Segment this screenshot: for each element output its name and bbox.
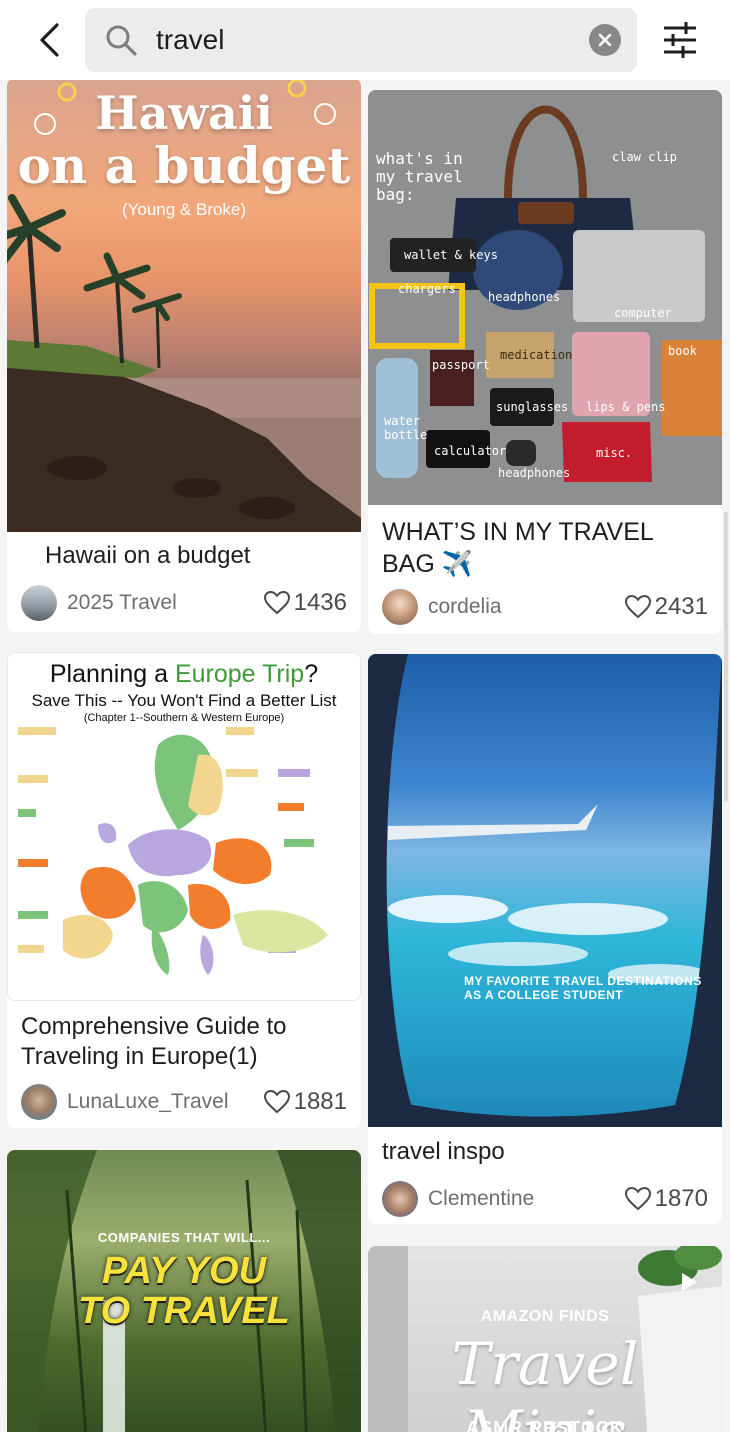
like-count: 1881 [293,1088,347,1115]
post-thumbnail[interactable]: Hawaii on a budget (Young & Broke) [7,80,361,532]
item-label: sunglasses [496,400,569,414]
airplane-window-view [368,654,722,1127]
filter-button[interactable] [658,20,702,60]
post-thumbnail[interactable]: AMAZON FINDS Travel Minis ASMR RESTOCK [368,1246,722,1432]
thumbnail-subheadline: Save This -- You Won't Find a Better Lis… [31,691,337,710]
post-title[interactable]: travel inspo [382,1137,708,1167]
heart-icon [263,1090,290,1114]
author-name[interactable]: 2025 Travel [67,591,264,615]
item-label: computer [614,306,672,320]
item-label: misc. [596,446,633,460]
heart-icon [624,595,651,619]
hawaii-scene [7,80,361,532]
thumbnail-headline: TO TRAVEL [78,1290,290,1332]
back-arrow-icon [40,23,59,57]
thumbnail-headline: what's in my travel bag: [376,149,463,204]
heart-icon [624,1187,651,1211]
thumbnail-caption: AMAZON FINDS [480,1308,610,1325]
search-results-feed[interactable]: Hawaii on a budget (Young & Broke) Hawai… [0,80,730,1432]
back-button[interactable] [30,20,70,60]
post-meta: Clementine 1870 [382,1181,708,1217]
post-meta: 2025 Travel 1436 [21,585,347,621]
search-icon [106,25,137,56]
item-label: calculator [434,444,507,458]
author-name[interactable]: Clementine [428,1187,625,1211]
post-thumbnail[interactable]: what's in my travel bag: claw clip walle… [368,90,722,505]
item-label: book [668,344,697,358]
clear-search-button[interactable] [589,24,621,56]
item-label: medication [500,348,573,362]
scrollbar[interactable] [724,512,728,802]
top-bar: travel [0,0,730,80]
like-count: 2431 [654,593,708,620]
item-label: water bottle [384,414,428,442]
play-icon [682,1273,697,1291]
item-label: headphones [488,290,561,304]
post-meta: LunaLuxe_Travel 1881 [21,1084,347,1120]
thumbnail-caption: ASMR RESTOCK [466,1418,624,1432]
like-button[interactable]: 1881 [263,1088,347,1116]
like-button[interactable]: 1870 [624,1185,708,1213]
europe-map [18,727,328,975]
item-label: headphones [498,466,571,480]
post-card[interactable]: what's in my travel bag: claw clip walle… [368,90,722,634]
item-label: claw clip [612,150,678,164]
post-card[interactable]: Hawaii on a budget (Young & Broke) Hawai… [7,80,361,632]
thumbnail-headline: PAY YOU [101,1250,267,1292]
post-thumbnail[interactable]: Planning a Europe Trip? Save This -- You… [7,652,361,1001]
post-thumbnail[interactable]: MY FAVORITE TRAVEL DESTINATIONS AS A COL… [368,654,722,1127]
thumbnail-caption: COMPANIES THAT WILL... [97,1230,271,1245]
author-name[interactable]: cordelia [428,595,625,619]
search-input[interactable]: travel [85,8,637,72]
like-button[interactable]: 1436 [263,589,347,617]
thumbnail-chapter: (Chapter 1--Southern & Western Europe) [83,712,285,724]
like-count: 1436 [293,589,347,616]
post-thumbnail[interactable]: COMPANIES THAT WILL... PAY YOU TO TRAVEL [7,1150,361,1432]
post-card[interactable]: MY FAVORITE TRAVEL DESTINATIONS AS A COL… [368,654,722,1224]
item-label: lips & pens [586,400,666,414]
post-card[interactable]: Planning a Europe Trip? Save This -- You… [7,652,361,1128]
item-label: passport [432,358,490,372]
thumbnail-caption: AS A COLLEGE STUDENT [464,988,624,1002]
thumbnail-headline: Planning a Europe Trip? [49,660,319,688]
post-card[interactable]: COMPANIES THAT WILL... PAY YOU TO TRAVEL [7,1150,361,1432]
avatar[interactable] [382,589,418,625]
post-title[interactable]: Hawaii on a budget [45,541,347,571]
filter-sliders-icon [664,22,696,58]
like-button[interactable]: 2431 [624,593,708,621]
avatar[interactable] [21,1084,57,1120]
post-card[interactable]: AMAZON FINDS Travel Minis ASMR RESTOCK [368,1246,722,1432]
item-label: wallet & keys [404,248,498,262]
like-count: 1870 [654,1185,708,1212]
post-title[interactable]: WHAT’S IN MY TRAVEL BAG ✈️ [382,516,708,580]
author-name[interactable]: LunaLuxe_Travel [67,1090,264,1114]
heart-icon [263,591,290,615]
thumbnail-caption: MY FAVORITE TRAVEL DESTINATIONS [464,974,702,988]
avatar[interactable] [21,585,57,621]
item-label: chargers [398,282,456,296]
clear-icon [598,33,612,47]
post-meta: cordelia 2431 [382,589,708,625]
avatar[interactable] [382,1181,418,1217]
search-query[interactable]: travel [156,24,224,56]
post-title[interactable]: Comprehensive Guide to Traveling in Euro… [21,1012,347,1072]
thumbnail-headline: Travel Minis [451,1330,639,1432]
